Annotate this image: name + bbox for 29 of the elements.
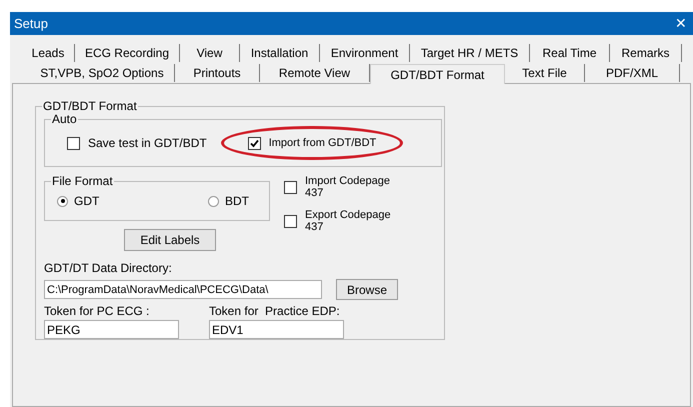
radio-label: GDT — [74, 193, 100, 210]
codepage-label: Export Codepage — [305, 209, 391, 221]
codepage-label: Import Codepage — [305, 175, 390, 187]
checkbox[interactable] — [67, 136, 80, 150]
window-title: Setup — [14, 14, 48, 33]
group-title: GDT/BDT Format — [42, 99, 138, 113]
checkbox[interactable] — [248, 136, 261, 150]
browse-button[interactable]: Browse — [336, 279, 398, 300]
codepage-value: 437 — [305, 187, 324, 199]
token-field[interactable]: EDV1 — [209, 320, 344, 339]
checkbox[interactable] — [284, 214, 297, 228]
group-title: File Format — [51, 174, 114, 188]
group-title: Auto — [51, 112, 78, 126]
checkbox-label: Save test in GDT/BDT — [88, 135, 207, 152]
token-label: Token for Practice EDP: — [209, 303, 341, 320]
checkmark-icon — [250, 138, 259, 148]
directory-label: GDT/DT Data Directory: — [44, 260, 173, 277]
checkbox-label: Import from GDT/BDT — [268, 136, 376, 151]
codepage-value: 437 — [305, 221, 324, 233]
token-field[interactable]: PEKG — [44, 320, 179, 339]
directory-field[interactable]: C:\ProgramData\NoravMedical\PCECG\Data\ — [44, 280, 322, 299]
radio-button[interactable] — [208, 196, 219, 206]
radio-button[interactable] — [57, 196, 68, 206]
radio-label: BDT — [225, 193, 249, 210]
token-label: Token for PC ECG : — [44, 303, 150, 320]
checkbox[interactable] — [284, 180, 297, 194]
close-button[interactable]: ✕ — [673, 13, 689, 34]
edit-labels-button[interactable]: Edit Labels — [124, 229, 216, 251]
tab[interactable]: GDT/BDT Format — [370, 64, 505, 84]
